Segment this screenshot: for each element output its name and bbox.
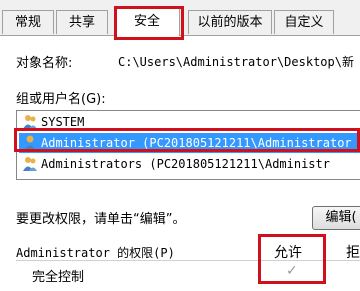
- permissions-label: Administrator 的权限(P): [16, 246, 175, 260]
- list-item-administrators[interactable]: Administrators (PC201805121211\Administr: [19, 154, 360, 174]
- change-permissions-hint: 要更改权限，请单击“编辑”。: [16, 212, 186, 227]
- highlight-security-tab: [114, 6, 184, 40]
- tab-general[interactable]: 常规: [2, 10, 54, 34]
- users-icon: [23, 156, 37, 172]
- tab-previous-versions[interactable]: 以前的版本: [188, 10, 272, 34]
- object-name-label: 对象名称:: [16, 56, 73, 71]
- tab-customize[interactable]: 自定义: [274, 10, 334, 34]
- group-list-label: 组或用户名(G):: [16, 92, 106, 107]
- permission-row-label: 完全控制: [32, 270, 85, 285]
- object-name-value: C:\Users\Administrator\Desktop\新: [118, 55, 354, 69]
- highlight-administrator-row: [14, 128, 360, 152]
- highlight-allow-column: [258, 234, 326, 284]
- tab-sharing[interactable]: 共享: [56, 10, 108, 34]
- list-item-label: Administrators (PC201805121211\Administr: [41, 157, 330, 171]
- edit-button[interactable]: 编辑(: [312, 206, 360, 230]
- deny-column-header: 拒: [346, 245, 360, 261]
